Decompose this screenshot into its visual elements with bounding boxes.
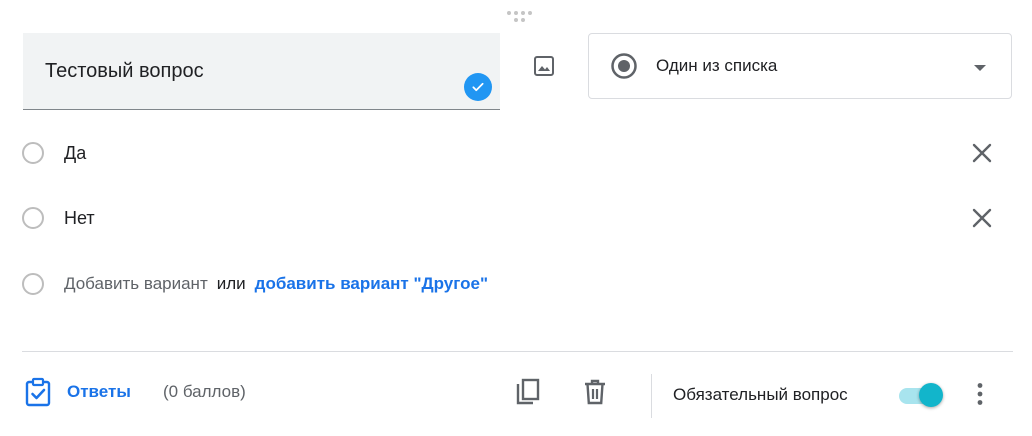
- more-options-button[interactable]: [962, 374, 998, 414]
- footer-vertical-divider: [651, 374, 652, 418]
- radio-button-icon: [611, 53, 637, 79]
- drag-handle-icon[interactable]: [505, 8, 533, 24]
- required-label: Обязательный вопрос: [673, 385, 848, 404]
- option-radio-icon: [22, 273, 44, 295]
- option-radio-icon: [22, 142, 44, 164]
- question-type-label: Один из списка: [656, 56, 778, 75]
- close-icon: [972, 143, 992, 163]
- add-other-option-link[interactable]: добавить вариант "Другое": [255, 274, 488, 294]
- trash-icon: [585, 379, 605, 405]
- add-image-button[interactable]: [524, 46, 564, 86]
- duplicate-button[interactable]: [508, 372, 548, 412]
- question-title-field[interactable]: Тестовый вопрос: [23, 33, 500, 110]
- required-toggle[interactable]: [897, 381, 945, 409]
- toggle-thumb: [919, 383, 943, 407]
- option-label[interactable]: Да: [64, 143, 86, 164]
- delete-button[interactable]: [575, 372, 615, 412]
- image-icon: [534, 56, 554, 76]
- option-row: Нет: [22, 198, 1012, 238]
- answers-label: Ответы: [67, 382, 131, 401]
- checkmark-icon: [464, 73, 492, 101]
- dropdown-arrow-icon: [974, 65, 986, 71]
- add-option-input[interactable]: Добавить вариант: [64, 274, 208, 294]
- footer-divider: [22, 351, 1013, 352]
- or-text: или: [216, 274, 246, 293]
- question-title-text[interactable]: Тестовый вопрос: [45, 60, 204, 83]
- question-type-dropdown[interactable]: Один из списка: [588, 33, 1012, 99]
- option-radio-icon: [22, 207, 44, 229]
- copy-icon: [516, 378, 540, 405]
- answers-button[interactable]: Ответы: [25, 377, 131, 407]
- add-option-row: Добавить вариант или добавить вариант "Д…: [22, 264, 1012, 304]
- answer-key-icon: [25, 377, 51, 407]
- remove-option-button[interactable]: [962, 137, 1002, 169]
- points-text: (0 баллов): [163, 382, 246, 401]
- close-icon: [972, 208, 992, 228]
- more-vert-icon: [977, 383, 983, 405]
- option-row: Да: [22, 133, 1012, 173]
- option-label[interactable]: Нет: [64, 208, 95, 229]
- remove-option-button[interactable]: [962, 202, 1002, 234]
